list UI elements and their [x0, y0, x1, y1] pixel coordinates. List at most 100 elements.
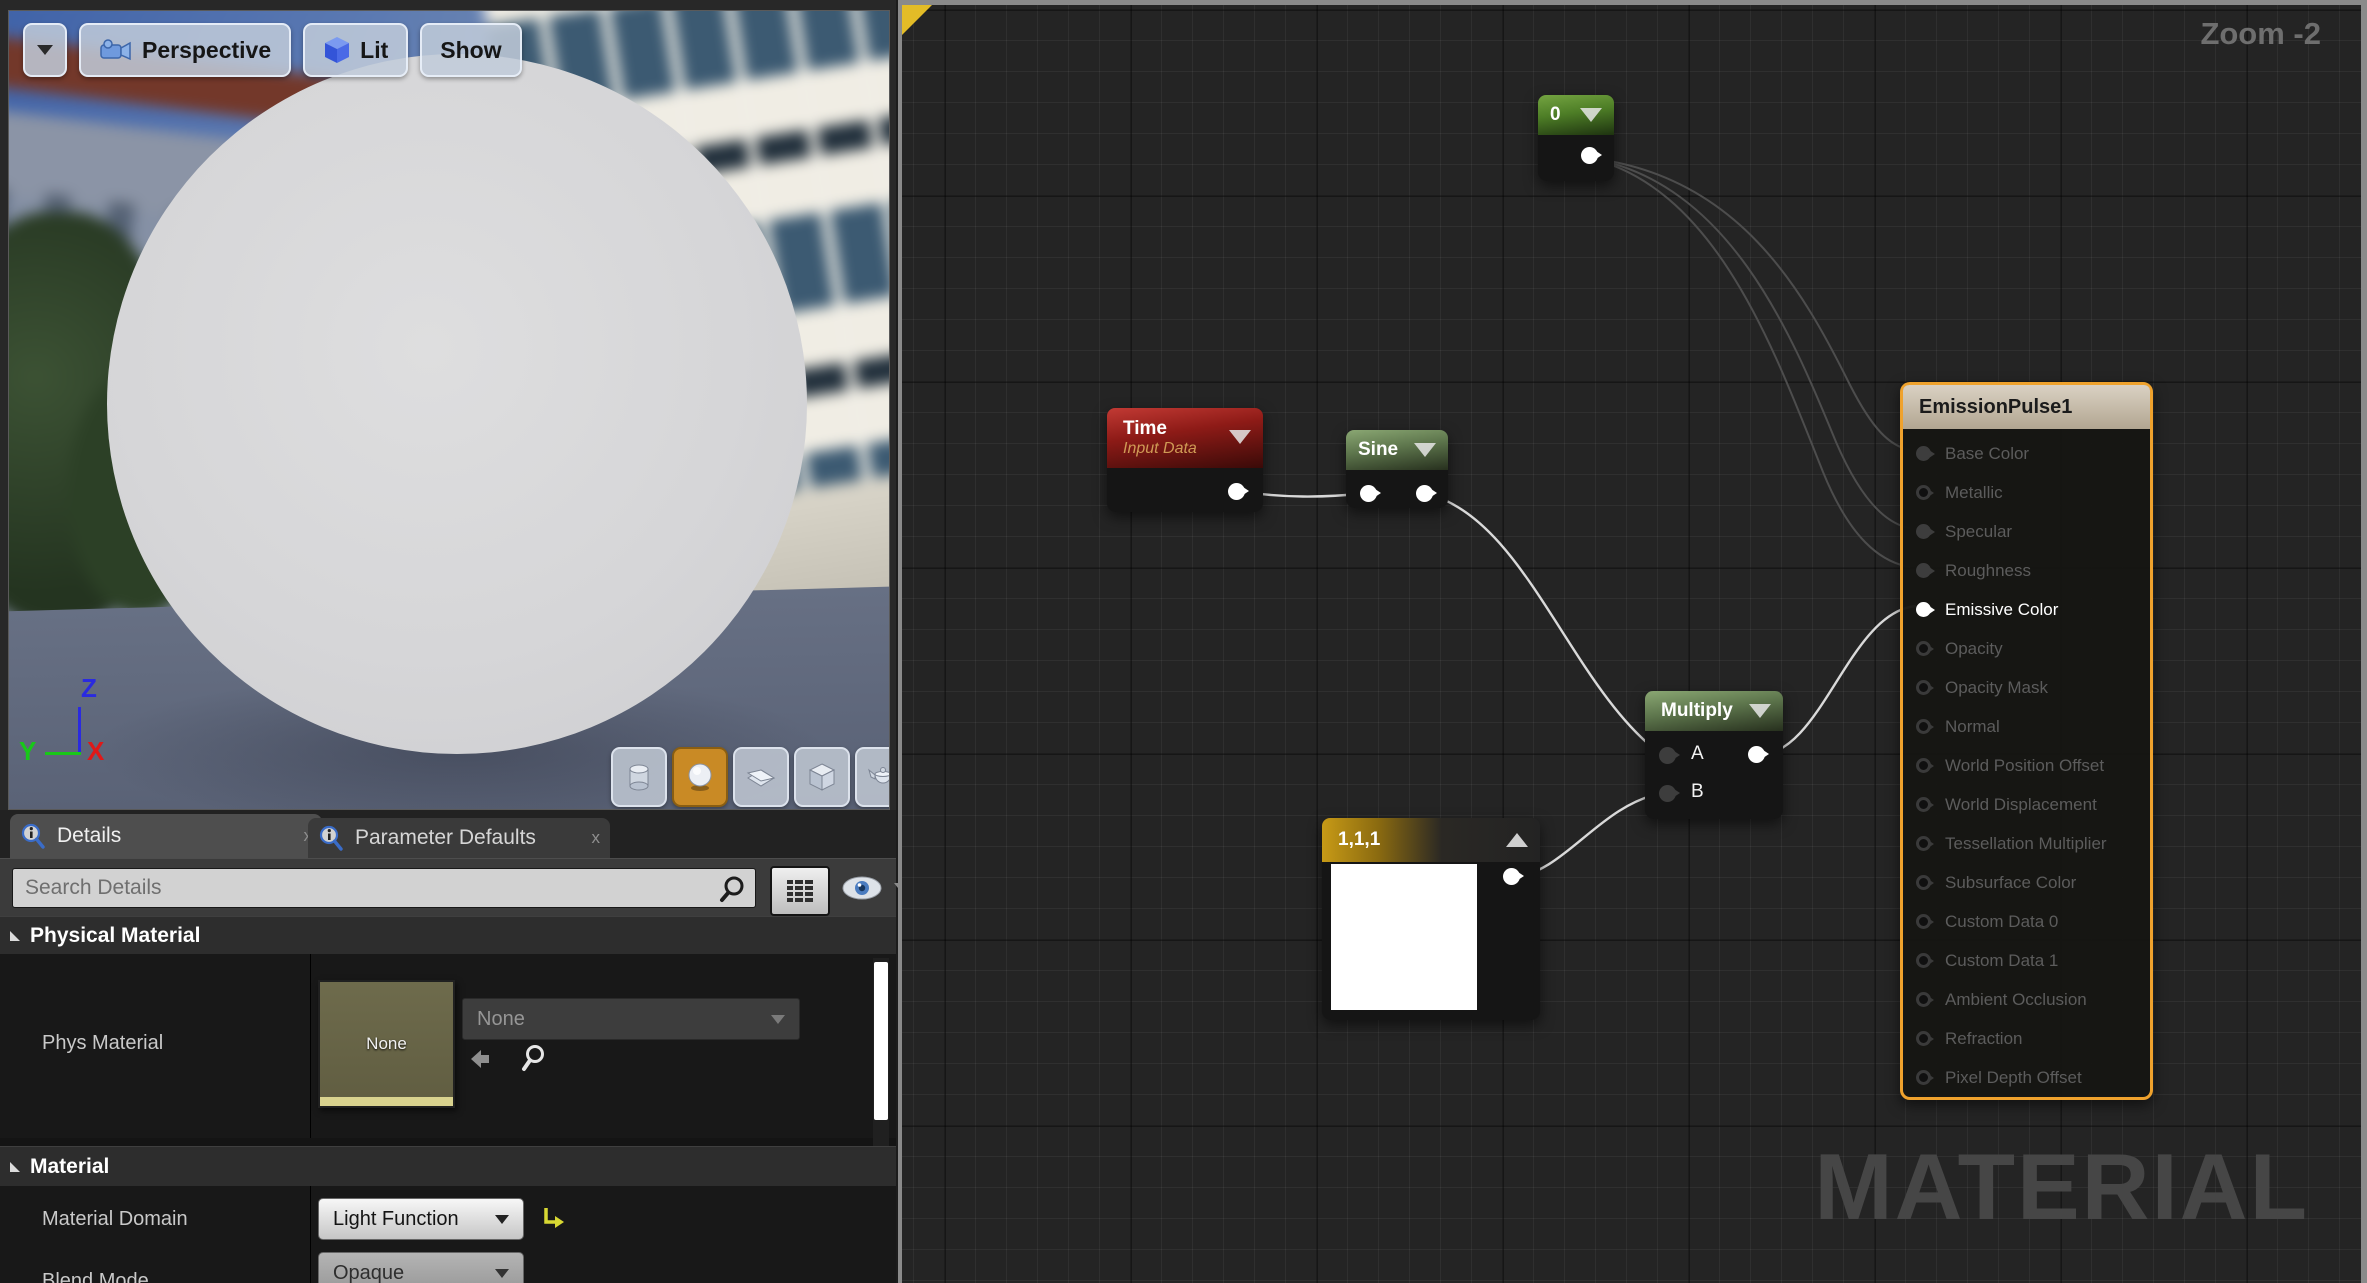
z-axis-label: Z	[81, 673, 97, 703]
input-pin-custom-data-1[interactable]	[1916, 953, 1934, 968]
tab-details[interactable]: Details x	[10, 814, 322, 858]
input-pin[interactable]	[1360, 485, 1381, 502]
input-pin-custom-data-0[interactable]	[1916, 914, 1934, 929]
node-constant-vector[interactable]: 1,1,1	[1322, 818, 1540, 1020]
column-divider	[310, 954, 311, 1138]
node-multiply[interactable]: Multiply A B	[1645, 691, 1783, 819]
perspective-label: Perspective	[142, 36, 272, 63]
browse-asset-icon[interactable]	[520, 1044, 548, 1074]
lit-mode-button[interactable]: Lit	[303, 23, 409, 77]
input-b-label: B	[1691, 781, 1704, 802]
input-pin-refraction[interactable]	[1916, 1031, 1934, 1046]
material-domain-value: Light Function	[333, 1207, 459, 1230]
left-panel: Perspective Lit Show Z Y X Details Param…	[0, 0, 910, 1283]
tab-parameter-defaults[interactable]: Parameter Defaults x	[308, 818, 610, 858]
search-details-input[interactable]	[12, 868, 756, 908]
blend-mode-dropdown[interactable]: Opaque	[318, 1252, 524, 1283]
input-pin-tessellation-multiplier[interactable]	[1916, 836, 1934, 851]
details-scrollbar-thumb[interactable]	[874, 962, 888, 1120]
details-tabbar: Details x Parameter Defaults x	[0, 810, 896, 858]
material-output-pins: Base Color Metallic Specular Roughness Emiss…	[1903, 434, 2150, 1097]
collapse-arrow-icon	[10, 1161, 20, 1172]
input-pin-base-color[interactable]	[1916, 446, 1935, 461]
collapse-triangle-icon[interactable]	[1580, 108, 1602, 122]
use-selected-asset-icon[interactable]	[468, 1048, 494, 1072]
section-title: Material	[30, 1154, 110, 1178]
preview-shape-teapot-button[interactable]	[855, 747, 889, 807]
node-sine[interactable]: Sine	[1346, 430, 1448, 508]
input-pin-pixel-depth-offset[interactable]	[1916, 1070, 1934, 1085]
pin-label: Normal	[1945, 716, 2000, 736]
details-panel: Physical Material Phys Material None Non…	[0, 916, 896, 1283]
input-pin-b[interactable]	[1659, 785, 1680, 802]
lit-cube-icon	[325, 37, 350, 63]
cylinder-icon	[629, 764, 649, 791]
pin-label: Emissive Color	[1945, 599, 2059, 619]
reset-to-default-icon[interactable]	[540, 1204, 566, 1232]
viewport-options-dropdown-button[interactable]	[23, 23, 67, 77]
pin-label: Tessellation Multiplier	[1945, 833, 2107, 853]
node-time[interactable]: Time Input Data	[1107, 408, 1263, 512]
pin-row-specular: Specular	[1903, 512, 2150, 551]
collapse-triangle-icon[interactable]	[1414, 443, 1436, 457]
preview-viewport[interactable]: Perspective Lit Show Z Y X	[8, 10, 890, 810]
preview-shape-cube-button[interactable]	[794, 747, 850, 807]
preview-shape-sphere-button[interactable]	[672, 747, 728, 807]
node-title: Sine	[1358, 439, 1399, 460]
input-pin-subsurface-color[interactable]	[1916, 875, 1934, 890]
tab-close-icon[interactable]: x	[592, 828, 601, 848]
pin-label: Ambient Occlusion	[1945, 989, 2087, 1009]
pin-row-metallic: Metallic	[1903, 473, 2150, 512]
collapse-triangle-icon[interactable]	[1506, 833, 1528, 847]
collapse-triangle-icon[interactable]	[1229, 430, 1251, 444]
input-pin-roughness[interactable]	[1916, 563, 1935, 578]
node-constant-zero[interactable]: 0	[1538, 95, 1614, 181]
physical-material-rows: Phys Material None None	[0, 954, 896, 1283]
show-button[interactable]: Show	[420, 23, 522, 77]
pin-label: Custom Data 0	[1945, 911, 2059, 931]
input-pin-ambient-occlusion[interactable]	[1916, 992, 1934, 1007]
input-pin-opacity[interactable]	[1916, 641, 1934, 656]
axis-gizmo: Z Y X	[19, 673, 141, 779]
input-pin-normal[interactable]	[1916, 719, 1934, 734]
node-material-output[interactable]: EmissionPulse1 Base Color Metallic Specula…	[1900, 382, 2153, 1100]
perspective-button[interactable]: Perspective	[79, 23, 292, 77]
output-pin[interactable]	[1416, 485, 1437, 502]
node-subtitle: Input Data	[1123, 440, 1197, 457]
x-axis-label: X	[87, 736, 105, 766]
input-pin-a[interactable]	[1659, 747, 1680, 764]
output-pin[interactable]	[1503, 868, 1524, 885]
pin-row-subsurface-color: Subsurface Color	[1903, 863, 2150, 902]
preview-sphere	[107, 54, 807, 754]
output-pin[interactable]	[1748, 746, 1769, 763]
pin-row-roughness: Roughness	[1903, 551, 2150, 590]
tab-parameter-defaults-label: Parameter Defaults	[355, 826, 536, 849]
info-search-icon	[319, 825, 343, 851]
input-pin-world-position-offset[interactable]	[1916, 758, 1934, 773]
output-pin[interactable]	[1581, 147, 1602, 164]
preview-shape-plane-button[interactable]	[733, 747, 789, 807]
section-header-physical-material[interactable]: Physical Material	[0, 916, 896, 954]
chevron-down-icon	[495, 1268, 509, 1278]
tab-details-label: Details	[57, 824, 122, 847]
search-box	[12, 868, 756, 908]
material-domain-dropdown[interactable]: Light Function	[318, 1198, 524, 1240]
pin-row-opacity: Opacity	[1903, 629, 2150, 668]
input-pin-specular[interactable]	[1916, 524, 1935, 539]
section-header-material[interactable]: Material	[0, 1146, 896, 1186]
lit-label: Lit	[360, 36, 389, 63]
input-pin-emissive-color[interactable]	[1916, 602, 1935, 617]
node-title: EmissionPulse1	[1919, 395, 2073, 418]
phys-material-thumbnail[interactable]: None	[318, 980, 455, 1108]
preview-shape-cylinder-button[interactable]	[611, 747, 667, 807]
input-pin-metallic[interactable]	[1916, 485, 1934, 500]
node-color-preview	[1331, 864, 1477, 1010]
input-pin-world-displacement[interactable]	[1916, 797, 1934, 812]
collapse-triangle-icon[interactable]	[1749, 704, 1771, 718]
pin-row-ambient-occlusion: Ambient Occlusion	[1903, 980, 2150, 1019]
property-matrix-button[interactable]	[770, 866, 830, 916]
phys-material-dropdown[interactable]: None	[462, 998, 800, 1040]
input-pin-opacity-mask[interactable]	[1916, 680, 1934, 695]
wire-zero-to-specular	[1588, 157, 1911, 529]
output-pin[interactable]	[1228, 483, 1249, 500]
